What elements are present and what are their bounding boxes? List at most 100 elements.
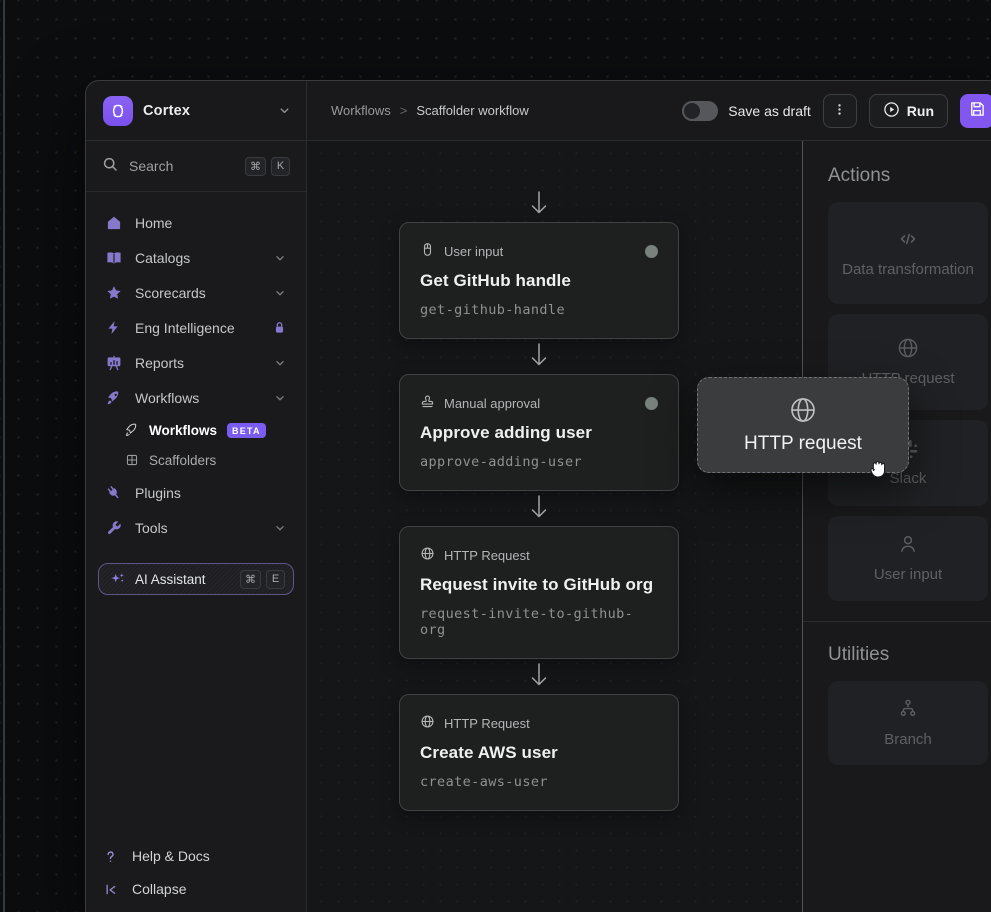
sidebar: Search ⌘ K Home Catalogs: [86, 141, 307, 912]
node-slug: approve-adding-user: [420, 454, 658, 470]
save-button[interactable]: [960, 94, 991, 128]
node-title: Get GitHub handle: [420, 271, 658, 291]
sidebar-item-workflows[interactable]: Workflows: [96, 380, 296, 415]
window-body: Search ⌘ K Home Catalogs: [86, 141, 991, 912]
play-circle-icon: [883, 101, 900, 121]
kebab-icon: [832, 102, 847, 120]
node-title: Request invite to GitHub org: [420, 575, 658, 595]
book-icon: [105, 250, 122, 266]
lock-icon: [272, 320, 287, 335]
sidebar-item-label: Workflows: [135, 390, 199, 406]
cmd-key: ⌘: [240, 570, 261, 589]
node-slug: create-aws-user: [420, 774, 658, 790]
search-input[interactable]: Search ⌘ K: [86, 141, 306, 192]
sidebar-item-label: Plugins: [135, 485, 181, 501]
sidebar-item-catalogs[interactable]: Catalogs: [96, 240, 296, 275]
e-key: E: [266, 570, 285, 589]
flow-arrow-icon: [526, 341, 552, 369]
flow-arrow-icon: [526, 661, 552, 689]
status-dot: [645, 397, 658, 410]
node-type-label: Manual approval: [444, 396, 540, 411]
ai-assistant-button[interactable]: AI Assistant ⌘ E: [98, 563, 294, 595]
workflow-node-create-aws-user[interactable]: HTTP Request Create AWS user create-aws-…: [399, 694, 679, 811]
sidebar-spacer: [86, 595, 306, 848]
node-title: Create AWS user: [420, 743, 658, 763]
floppy-save-icon: [968, 100, 986, 121]
top-bar-main: Workflows > Scaffolder workflow Save as …: [307, 81, 991, 140]
breadcrumb-current: Scaffolder workflow: [416, 103, 528, 118]
chevron-down-icon: [273, 521, 287, 535]
workflow-node-get-github-handle[interactable]: User input Get GitHub handle get-github-…: [399, 222, 679, 339]
sidebar-item-label: Scorecards: [135, 285, 206, 301]
actions-section-title: Actions: [828, 165, 991, 187]
action-card-user-input[interactable]: User input: [828, 516, 988, 601]
sidebar-item-plugins[interactable]: Plugins: [96, 475, 296, 510]
workspace-name: Cortex: [143, 103, 190, 119]
workflow-node-approve-adding-user[interactable]: Manual approval Approve adding user appr…: [399, 374, 679, 491]
more-options-button[interactable]: [823, 94, 857, 128]
top-bar-actions: Save as draft Run: [682, 94, 991, 128]
home-icon: [105, 215, 122, 231]
breadcrumb-parent[interactable]: Workflows: [331, 103, 391, 118]
save-as-draft-toggle[interactable]: [682, 101, 718, 121]
action-card-label: Data transformation: [842, 260, 974, 280]
node-header: User input: [420, 242, 658, 260]
chevron-down-icon: [277, 103, 292, 118]
presentation-chart-icon: [105, 355, 122, 371]
sidebar-item-home[interactable]: Home: [96, 205, 296, 240]
workspace-switcher[interactable]: Cortex: [86, 81, 307, 140]
chevron-down-icon: [273, 251, 287, 265]
utility-card-branch[interactable]: Branch: [828, 681, 988, 766]
branch-icon: [896, 697, 920, 721]
search-icon: [102, 156, 118, 177]
sidebar-item-label: Tools: [135, 520, 168, 536]
actions-panel: Actions Data transformation HTTP request: [802, 141, 991, 912]
workflow-node-request-invite-to-github-org[interactable]: HTTP Request Request invite to GitHub or…: [399, 526, 679, 659]
sidebar-item-reports[interactable]: Reports: [96, 345, 296, 380]
run-button[interactable]: Run: [869, 94, 948, 128]
workflow-column: User input Get GitHub handle get-github-…: [399, 187, 679, 811]
toggle-knob: [684, 103, 700, 119]
workflow-canvas[interactable]: User input Get GitHub handle get-github-…: [307, 141, 802, 912]
sidebar-item-label: Catalogs: [135, 250, 190, 266]
utilities-card-list: Branch: [828, 681, 991, 766]
globe-icon: [420, 546, 435, 564]
flow-arrow-icon: [526, 189, 552, 217]
sidebar-nav: Home Catalogs Scorecards: [86, 192, 306, 545]
plug-icon: [105, 485, 122, 501]
cmd-key: ⌘: [245, 157, 266, 176]
globe-icon: [420, 714, 435, 732]
help-docs-button[interactable]: Help & Docs: [102, 848, 290, 864]
sidebar-subitem-workflows[interactable]: Workflows BETA: [96, 415, 296, 445]
star-icon: [105, 285, 122, 301]
flow-arrow-icon: [526, 493, 552, 521]
sidebar-item-label: Eng Intelligence: [135, 320, 235, 336]
sidebar-item-label: Home: [135, 215, 172, 231]
sidebar-item-scorecards[interactable]: Scorecards: [96, 275, 296, 310]
sidebar-item-tools[interactable]: Tools: [96, 510, 296, 545]
node-slug: request-invite-to-github-org: [420, 606, 658, 638]
dragged-http-request-card[interactable]: HTTP request: [697, 377, 909, 473]
top-bar: Cortex Workflows > Scaffolder workflow S…: [86, 81, 991, 141]
grid-icon: [124, 453, 139, 467]
node-title: Approve adding user: [420, 423, 658, 443]
help-docs-label: Help & Docs: [132, 848, 210, 864]
breadcrumb-separator: >: [400, 103, 408, 118]
sidebar-subitem-label: Workflows: [149, 423, 217, 438]
sidebar-item-eng-intelligence[interactable]: Eng Intelligence: [96, 310, 296, 345]
node-type-label: HTTP Request: [444, 716, 530, 731]
utility-card-label: Branch: [884, 730, 932, 750]
sidebar-footer: Help & Docs Collapse: [86, 848, 306, 912]
wrench-icon: [105, 520, 122, 536]
utilities-section-title: Utilities: [828, 644, 991, 666]
node-slug: get-github-handle: [420, 302, 658, 318]
panel-divider: [803, 621, 991, 622]
sidebar-item-label: Reports: [135, 355, 184, 371]
sidebar-subitem-scaffolders[interactable]: Scaffolders: [96, 445, 296, 475]
collapse-button[interactable]: Collapse: [102, 881, 290, 897]
collapse-label: Collapse: [132, 881, 186, 897]
search-placeholder: Search: [129, 158, 173, 174]
action-card-label: User input: [874, 565, 942, 585]
run-label: Run: [907, 103, 934, 119]
action-card-data-transformation[interactable]: Data transformation: [828, 202, 988, 304]
